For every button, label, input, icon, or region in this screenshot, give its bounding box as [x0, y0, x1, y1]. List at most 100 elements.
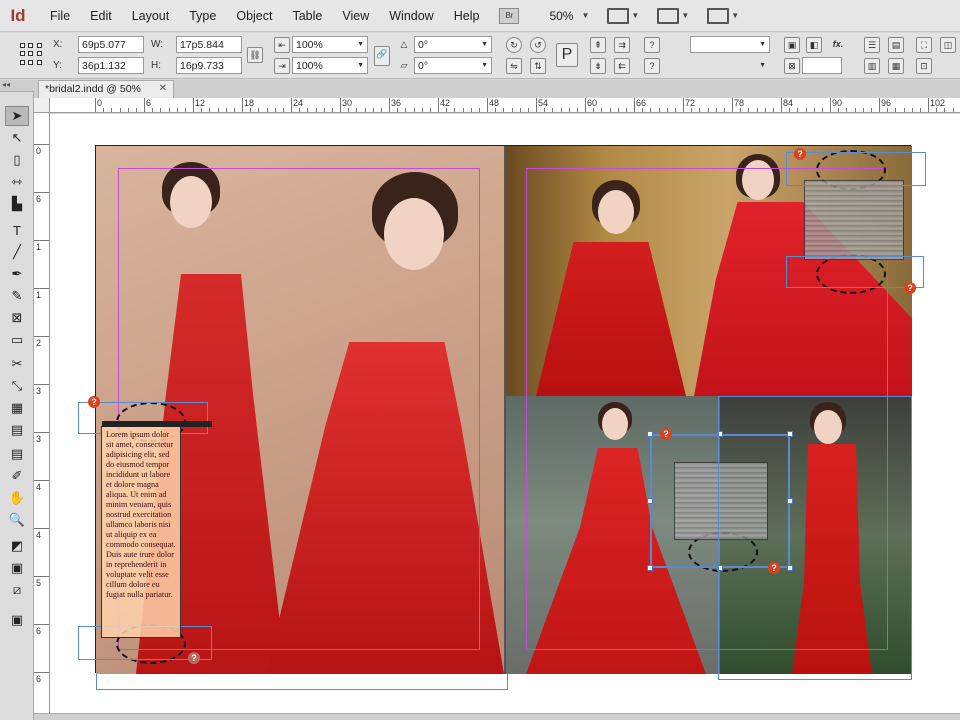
stroke-type-dropdown[interactable] — [690, 57, 770, 74]
gradient-swatch-tool-icon[interactable]: ▦ — [5, 398, 29, 418]
screen-mode-button[interactable]: ▼ — [657, 7, 689, 24]
menu-object[interactable]: Object — [226, 9, 282, 23]
menu-file[interactable]: File — [40, 9, 80, 23]
hand-tool-icon[interactable]: ✋ — [5, 488, 29, 508]
overset-warning-icon[interactable]: ? — [88, 396, 100, 408]
menu-table[interactable]: Table — [282, 9, 332, 23]
fill-stroke-swatch-icon[interactable]: ◩ — [5, 536, 29, 556]
overset-warning-icon[interactable]: ? — [794, 148, 806, 160]
height-field[interactable]: 16p9.733 — [176, 57, 242, 74]
apply-none-icon[interactable]: ⧄ — [5, 580, 29, 600]
pencil-tool-icon[interactable]: ✎ — [5, 286, 29, 306]
free-transform-tool-icon[interactable]: ⤡ — [5, 376, 29, 396]
fit-content-icon[interactable]: ⊡ — [916, 58, 932, 74]
text-wrap-none-icon[interactable]: ☰ — [864, 37, 880, 53]
image-frame-outline[interactable] — [786, 256, 924, 288]
selection-handle[interactable] — [647, 431, 653, 437]
x-label: X: — [53, 39, 63, 50]
text-wrap-box-icon[interactable]: ▤ — [888, 37, 904, 53]
body-text-frame[interactable]: Lorem ipsum dolor sit amet, consectetur … — [101, 421, 212, 638]
vertical-ruler[interactable]: 0 6 1 1 2 3 3 4 4 5 6 6 — [34, 113, 50, 713]
constrain-scale-icon[interactable]: 🔗 — [374, 46, 390, 66]
text-wrap-shape-icon[interactable]: ▥ — [864, 58, 880, 74]
image-frame-outline[interactable] — [718, 396, 912, 680]
document-canvas[interactable]: ? ? ? ? ? ? Lorem ipsum dolor sit amet, … — [50, 114, 960, 714]
horizontal-ruler[interactable]: 0 6 12 18 24 30 36 42 48 54 60 66 72 78 84 90 96 102 — [50, 98, 960, 113]
view-options-button[interactable]: ▼ — [607, 7, 639, 24]
effects-icon[interactable]: ▣ — [784, 37, 800, 53]
gap-tool-icon[interactable]: ⇿ — [5, 172, 29, 192]
note-tool-icon[interactable]: ▤ — [5, 444, 29, 464]
lace-frame-placeholder[interactable] — [804, 180, 904, 260]
menu-help[interactable]: Help — [444, 9, 490, 23]
flip-vertical-icon[interactable]: ⇅ — [530, 58, 546, 74]
document-tab-bar: *bridal2.indd @ 50% ✕ — [34, 80, 960, 98]
shear-angle-dropdown[interactable]: 0° — [414, 57, 492, 74]
tool-panel-grip[interactable]: ◂◂ — [0, 80, 34, 92]
fill-frame-icon[interactable]: ◫ — [940, 37, 956, 53]
width-field[interactable]: 17p5.844 — [176, 36, 242, 53]
image-frame-outline[interactable] — [786, 152, 926, 186]
zoom-tool-icon[interactable]: 🔍 — [5, 510, 29, 530]
overset-warning-icon[interactable]: ? — [660, 428, 672, 440]
pasteboard-frame — [96, 674, 508, 690]
gradient-feather-tool-icon[interactable]: ▤ — [5, 420, 29, 440]
constrain-proportions-icon[interactable]: ⛓ — [247, 47, 263, 63]
reference-point-icon[interactable] — [20, 43, 42, 65]
zoom-dropdown[interactable]: 50% ▼ — [549, 9, 589, 23]
ruler-minor-tick — [111, 108, 113, 112]
scale-x-percentage-dropdown[interactable]: 100% — [292, 36, 368, 53]
y-position-field[interactable]: 36p1.132 — [78, 57, 144, 74]
rectangle-frame-tool-icon[interactable]: ⊠ — [5, 308, 29, 328]
screen-mode-icon[interactable]: ▣ — [5, 610, 29, 630]
document-tab[interactable]: *bridal2.indd @ 50% ✕ — [38, 80, 174, 98]
fx-icon[interactable]: fx. — [830, 37, 846, 53]
select-previous-object-icon[interactable]: ⇇ — [614, 58, 630, 74]
formatting-affects-container-icon[interactable]: ▣ — [5, 558, 29, 578]
direct-selection-tool-icon[interactable]: ↖ — [5, 128, 29, 148]
flip-horizontal-icon[interactable]: ⇋ — [506, 58, 522, 74]
ruler-minor-tick — [307, 108, 309, 112]
menu-type[interactable]: Type — [179, 9, 226, 23]
text-wrap-jump-icon[interactable]: ▦ — [888, 58, 904, 74]
menu-edit[interactable]: Edit — [80, 9, 122, 23]
overset-warning-icon[interactable]: ? — [188, 652, 200, 664]
selection-handle[interactable] — [647, 565, 653, 571]
scissors-tool-icon[interactable]: ✂ — [5, 354, 29, 374]
type-tool-icon[interactable]: T — [5, 220, 29, 240]
fit-frame-icon[interactable]: ⛶ — [916, 37, 932, 53]
ruler-origin[interactable] — [34, 98, 50, 113]
ruler-tick-label: 90 — [832, 98, 843, 108]
overset-warning-icon[interactable]: ? — [904, 282, 916, 294]
content-collector-icon[interactable]: ▙ — [5, 194, 29, 214]
bridge-button[interactable]: Br — [499, 7, 520, 24]
overset-warning-icon[interactable]: ? — [768, 562, 780, 574]
x-position-field[interactable]: 69p5.077 — [78, 36, 144, 53]
opacity-field[interactable] — [802, 57, 842, 74]
menu-view[interactable]: View — [332, 9, 379, 23]
select-container-icon[interactable]: ⇞ — [590, 37, 606, 53]
stroke-weight-dropdown[interactable] — [690, 36, 770, 53]
pen-tool-icon[interactable]: ✒ — [5, 264, 29, 284]
select-next-object-icon[interactable]: ⇉ — [614, 37, 630, 53]
eyedropper-tool-icon[interactable]: ✐ — [5, 466, 29, 486]
fill-question-icon[interactable]: ? — [644, 37, 660, 53]
rectangle-tool-icon[interactable]: ▭ — [5, 330, 29, 350]
ruler-tick-label: 6 — [36, 626, 42, 636]
line-tool-icon[interactable]: ╱ — [5, 242, 29, 262]
rotate-counterclockwise-icon[interactable]: ↺ — [530, 37, 546, 53]
rotation-angle-dropdown[interactable]: 0° — [414, 36, 492, 53]
selection-tool-icon[interactable]: ➤ — [5, 106, 29, 126]
page-tool-icon[interactable]: ▯ — [5, 150, 29, 170]
rotate-clockwise-icon[interactable]: ↻ — [506, 37, 522, 53]
menu-layout[interactable]: Layout — [122, 9, 180, 23]
drop-shadow-icon[interactable]: ◧ — [806, 37, 822, 53]
scale-y-percentage-dropdown[interactable]: 100% — [292, 57, 368, 74]
stroke-question-icon[interactable]: ? — [644, 58, 660, 74]
close-icon[interactable]: ✕ — [159, 83, 167, 96]
menu-window[interactable]: Window — [379, 9, 443, 23]
selection-handle[interactable] — [647, 498, 653, 504]
arrange-documents-button[interactable]: ▼ — [707, 7, 739, 24]
ruler-tick — [34, 672, 49, 673]
select-content-icon[interactable]: ⇟ — [590, 58, 606, 74]
